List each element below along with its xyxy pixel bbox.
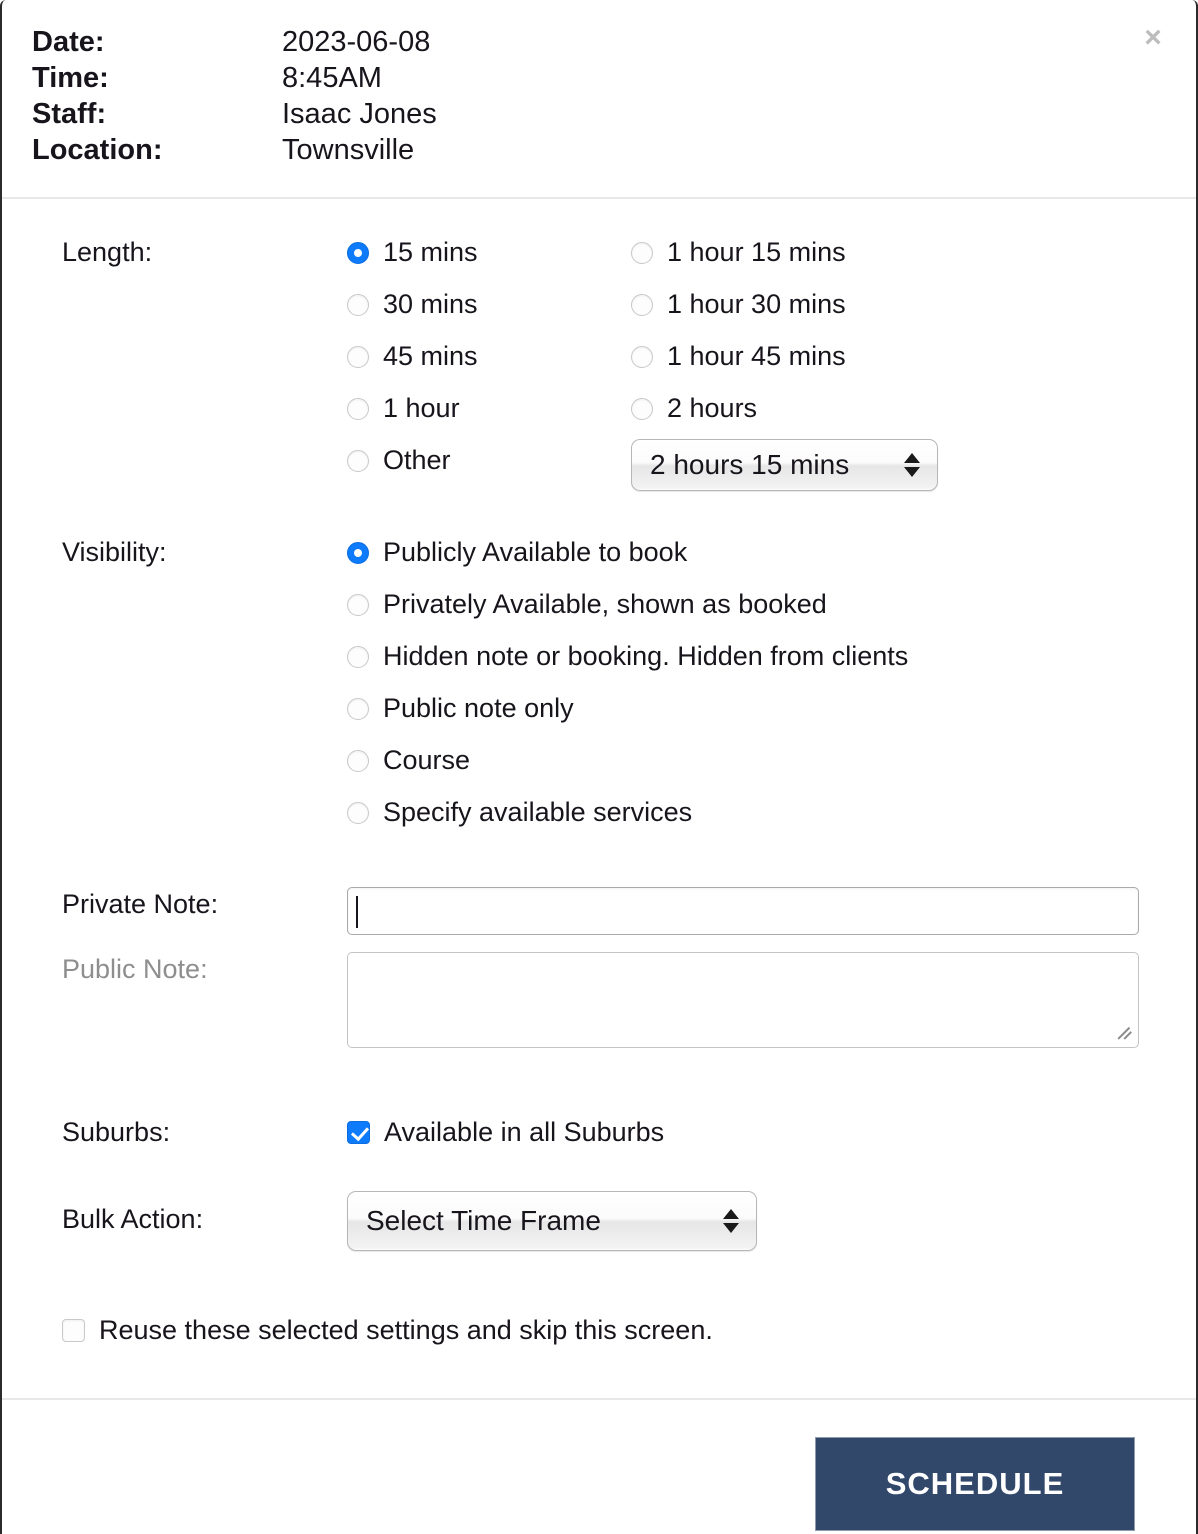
visibility-option-label: Public note only bbox=[383, 693, 574, 723]
text-cursor bbox=[356, 896, 358, 928]
public-note-label: Public Note: bbox=[62, 954, 208, 984]
appointment-summary: Date: 2023-06-08 Time: 8:45AM Staff: Isa… bbox=[32, 24, 437, 168]
length-option-label: 2 hours bbox=[667, 393, 758, 423]
length-option-30-mins[interactable]: 30 mins bbox=[347, 289, 478, 320]
radio-icon[interactable] bbox=[631, 241, 653, 264]
checkbox-icon[interactable] bbox=[347, 1121, 370, 1144]
length-option-label: 30 mins bbox=[383, 289, 478, 319]
length-option-45-mins[interactable]: 45 mins bbox=[347, 341, 478, 372]
radio-icon[interactable] bbox=[347, 449, 369, 472]
location-label: Location: bbox=[32, 134, 163, 166]
summary-row-staff: Staff: Isaac Jones bbox=[32, 96, 437, 132]
length-option-1-hour[interactable]: 1 hour bbox=[347, 393, 460, 424]
length-option-label: 15 mins bbox=[383, 237, 478, 267]
length-option-label: 1 hour 15 mins bbox=[667, 237, 846, 267]
schedule-modal: Date: 2023-06-08 Time: 8:45AM Staff: Isa… bbox=[0, 0, 1198, 1534]
radio-icon[interactable] bbox=[347, 697, 369, 720]
radio-icon[interactable] bbox=[347, 593, 369, 616]
suburbs-label: Suburbs: bbox=[62, 1117, 171, 1147]
summary-row-location: Location: Townsville bbox=[32, 132, 437, 168]
length-option-label: 45 mins bbox=[383, 341, 478, 371]
close-icon[interactable]: × bbox=[1136, 20, 1170, 54]
visibility-option-label: Specify available services bbox=[383, 797, 693, 827]
length-option-1-hour-15-mins[interactable]: 1 hour 15 mins bbox=[631, 237, 846, 268]
visibility-option-public-note-only[interactable]: Public note only bbox=[347, 693, 574, 724]
length-option-1-hour-30-mins[interactable]: 1 hour 30 mins bbox=[631, 289, 846, 320]
staff-label: Staff: bbox=[32, 98, 107, 130]
public-note-textarea[interactable] bbox=[347, 952, 1139, 1048]
radio-icon[interactable] bbox=[347, 293, 369, 316]
summary-row-date: Date: 2023-06-08 bbox=[32, 24, 437, 60]
visibility-label: Visibility: bbox=[62, 537, 167, 567]
radio-icon[interactable] bbox=[347, 801, 369, 824]
length-option-2-hours[interactable]: 2 hours bbox=[631, 393, 757, 424]
visibility-option-specify-services[interactable]: Specify available services bbox=[347, 797, 692, 828]
length-option-15-mins[interactable]: 15 mins bbox=[347, 237, 478, 268]
time-value: 8:45AM bbox=[282, 62, 382, 94]
length-option-1-hour-45-mins[interactable]: 1 hour 45 mins bbox=[631, 341, 846, 372]
modal-header: Date: 2023-06-08 Time: 8:45AM Staff: Isa… bbox=[2, 0, 1196, 199]
suburbs-checkbox-row[interactable]: Available in all Suburbs bbox=[347, 1117, 664, 1148]
length-label: Length: bbox=[62, 237, 153, 267]
radio-icon[interactable] bbox=[631, 397, 653, 420]
other-length-select[interactable]: 2 hours 15 mins bbox=[631, 439, 938, 491]
location-value: Townsville bbox=[282, 134, 415, 166]
visibility-option-label: Privately Available, shown as booked bbox=[383, 589, 827, 619]
visibility-option-label: Course bbox=[383, 745, 471, 775]
reuse-settings-label: Reuse these selected settings and skip t… bbox=[99, 1315, 713, 1345]
private-note-label: Private Note: bbox=[62, 889, 219, 919]
visibility-option-privately-available[interactable]: Privately Available, shown as booked bbox=[347, 589, 827, 620]
bulk-action-select-value: Select Time Frame bbox=[366, 1205, 601, 1236]
suburbs-checkbox-label: Available in all Suburbs bbox=[384, 1117, 665, 1147]
bulk-action-select[interactable]: Select Time Frame bbox=[347, 1191, 757, 1251]
radio-icon[interactable] bbox=[347, 345, 369, 368]
bulk-action-label: Bulk Action: bbox=[62, 1204, 204, 1234]
reuse-settings-row[interactable]: Reuse these selected settings and skip t… bbox=[62, 1315, 713, 1346]
visibility-option-publicly-available[interactable]: Publicly Available to book bbox=[347, 537, 687, 568]
date-value: 2023-06-08 bbox=[282, 26, 431, 58]
radio-icon[interactable] bbox=[347, 645, 369, 668]
length-option-other[interactable]: Other bbox=[347, 445, 451, 476]
summary-row-time: Time: 8:45AM bbox=[32, 60, 437, 96]
checkbox-icon[interactable] bbox=[62, 1319, 85, 1342]
length-option-label: 1 hour bbox=[383, 393, 460, 423]
other-length-select-value: 2 hours 15 mins bbox=[650, 449, 850, 480]
modal-footer: SCHEDULE bbox=[2, 1398, 1196, 1534]
length-option-label: Other bbox=[383, 445, 451, 475]
visibility-option-course[interactable]: Course bbox=[347, 745, 470, 776]
visibility-option-label: Publicly Available to book bbox=[383, 537, 688, 567]
visibility-option-label: Hidden note or booking. Hidden from clie… bbox=[383, 641, 909, 671]
staff-value: Isaac Jones bbox=[282, 98, 437, 130]
time-label: Time: bbox=[32, 62, 109, 94]
radio-icon[interactable] bbox=[631, 345, 653, 368]
length-option-label: 1 hour 30 mins bbox=[667, 289, 846, 319]
private-note-input[interactable] bbox=[347, 887, 1139, 935]
length-option-label: 1 hour 45 mins bbox=[667, 341, 846, 371]
radio-icon[interactable] bbox=[631, 293, 653, 316]
modal-body: Length: 15 mins 30 mins 45 mins 1 hour O… bbox=[2, 199, 1196, 1398]
date-label: Date: bbox=[32, 26, 105, 58]
radio-icon[interactable] bbox=[347, 541, 369, 564]
radio-icon[interactable] bbox=[347, 241, 369, 264]
chevron-updown-icon bbox=[904, 453, 920, 477]
schedule-button[interactable]: SCHEDULE bbox=[815, 1437, 1135, 1531]
radio-icon[interactable] bbox=[347, 749, 369, 772]
chevron-updown-icon bbox=[723, 1209, 739, 1233]
visibility-option-hidden-note[interactable]: Hidden note or booking. Hidden from clie… bbox=[347, 641, 908, 672]
radio-icon[interactable] bbox=[347, 397, 369, 420]
